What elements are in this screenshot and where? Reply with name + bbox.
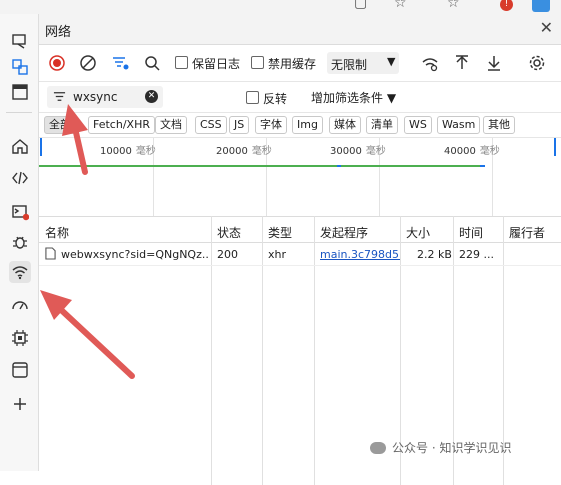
type-filter-js[interactable]: JS [229,116,250,134]
wifi-icon[interactable] [9,261,31,283]
watermark: 公众号 · 知识学识见识 [370,439,511,456]
star-icon[interactable]: ☆ [394,0,407,10]
column-time[interactable]: 时间 [459,224,483,241]
invert-label: 反转 [263,92,288,106]
favorites-icon[interactable]: ☆ [447,0,460,10]
timeline-start-handle[interactable] [40,138,42,156]
request-type: xhr [268,248,287,261]
type-filter-wasm[interactable]: Wasm [437,116,481,134]
type-filter-ws[interactable]: WS [404,116,432,134]
gauge-icon[interactable] [9,294,31,316]
throttling-value: 无限制 [331,58,368,72]
code-icon[interactable] [9,167,31,189]
type-filter-all[interactable]: 全部 [44,116,76,134]
waterfall-line [39,165,485,167]
console-icon[interactable] [9,201,31,223]
type-filter-css[interactable]: CSS [195,116,227,134]
request-table-header: 名称 状态 类型 发起程序 大小 时间 履行者 [39,220,561,243]
notification-badge[interactable]: ! [500,0,513,11]
filter-icon[interactable] [110,53,130,73]
filter-value: wxsync [73,90,118,104]
devtools-activity-bar [0,14,39,471]
disable-cache-checkbox[interactable] [251,56,264,69]
timeline-tick-label: 30000 毫秒 [330,146,386,157]
clear-filter-icon[interactable]: ✕ [145,90,158,103]
upload-icon[interactable] [452,53,472,73]
type-filter-font[interactable]: 字体 [255,116,287,134]
chip-icon[interactable] [9,327,31,349]
request-initiator-link[interactable]: main.3c798d5... [320,248,400,261]
timeline-tick-label: 20000 毫秒 [216,146,272,157]
panel-titlebar: 网络 ✕ [39,14,561,45]
download-icon[interactable] [484,53,504,73]
type-filter-img[interactable]: Img [292,116,323,134]
timeline-tick-label: 10000 毫秒 [100,146,156,157]
network-toolbar: 保留日志 禁用缓存 无限制 ▼ [39,45,561,82]
record-icon[interactable] [47,53,67,73]
device-icon[interactable] [9,30,31,52]
request-time: 229 ... [459,248,494,261]
waterfall-segment [480,165,485,167]
watermark-text: 公众号 · 知识学识见识 [392,441,512,455]
panel-icon[interactable] [9,359,31,381]
plus-icon[interactable] [9,393,31,415]
filter-funnel-icon [53,90,66,106]
filter-row: wxsync ✕ 反转 增加筛选条件 ▼ [39,82,561,113]
type-filter-media[interactable]: 媒体 [329,116,361,134]
panel-title: 网络 [45,25,72,40]
wifi-settings-icon[interactable] [420,53,440,73]
table-row[interactable]: webwxsync?sid=QNgNQz... 200 xhr main.3c7… [39,243,561,266]
window-icon[interactable]: ▢ [354,0,367,10]
copilot-icon[interactable] [532,0,550,12]
type-filter-manifest[interactable]: 清单 [366,116,398,134]
wechat-icon [370,441,386,454]
column-status[interactable]: 状态 [217,224,241,241]
column-fulfilled-by[interactable]: 履行者 [509,224,545,241]
invert-checkbox[interactable] [246,91,259,104]
sidebar-divider [6,112,32,113]
network-panel: 网络 ✕ 保留日志 禁用缓存 无限制 ▼ wxsync ✕ 反转 增加筛选条件 … [39,14,561,485]
preserve-log-label: 保留日志 [192,57,241,71]
chevron-down-icon: ▼ [387,55,396,68]
timeline-overview[interactable]: 10000 毫秒 20000 毫秒 30000 毫秒 40000 毫秒 [39,138,561,217]
disable-cache-label: 禁用缓存 [268,57,317,71]
request-size: 2.2 kB [417,248,452,261]
type-filter-other[interactable]: 其他 [483,116,515,134]
window-panel-icon[interactable] [9,81,31,103]
waterfall-segment [337,165,341,167]
clear-icon[interactable] [78,53,98,73]
more-filters-button[interactable]: 增加筛选条件 ▼ [311,89,396,106]
browser-top-strip: ▢ ☆ ☆ ! [0,0,561,14]
bug-icon[interactable] [9,231,31,253]
type-filter-doc[interactable]: 文档 [155,116,187,134]
column-initiator[interactable]: 发起程序 [320,224,368,241]
gear-icon[interactable] [527,53,547,73]
close-icon[interactable]: ✕ [540,18,553,37]
preserve-log-checkbox[interactable] [175,56,188,69]
throttling-select[interactable]: 无限制 ▼ [327,52,399,74]
home-icon[interactable] [9,135,31,157]
type-filter-fetch-xhr[interactable]: Fetch/XHR [88,116,155,134]
request-status: 200 [217,248,238,261]
column-size[interactable]: 大小 [406,224,430,241]
timeline-end-handle[interactable] [554,138,556,156]
search-icon[interactable] [142,53,162,73]
column-name[interactable]: 名称 [45,224,69,241]
filter-input[interactable]: wxsync ✕ [47,86,163,108]
file-icon [45,247,56,263]
elements-icon[interactable] [9,56,31,78]
resource-type-filters: 全部 Fetch/XHR 文档 CSS JS 字体 Img 媒体 清单 WS W… [39,113,561,138]
timeline-tick-label: 40000 毫秒 [444,146,500,157]
column-type[interactable]: 类型 [268,224,292,241]
request-name[interactable]: webwxsync?sid=QNgNQz... [61,248,209,261]
